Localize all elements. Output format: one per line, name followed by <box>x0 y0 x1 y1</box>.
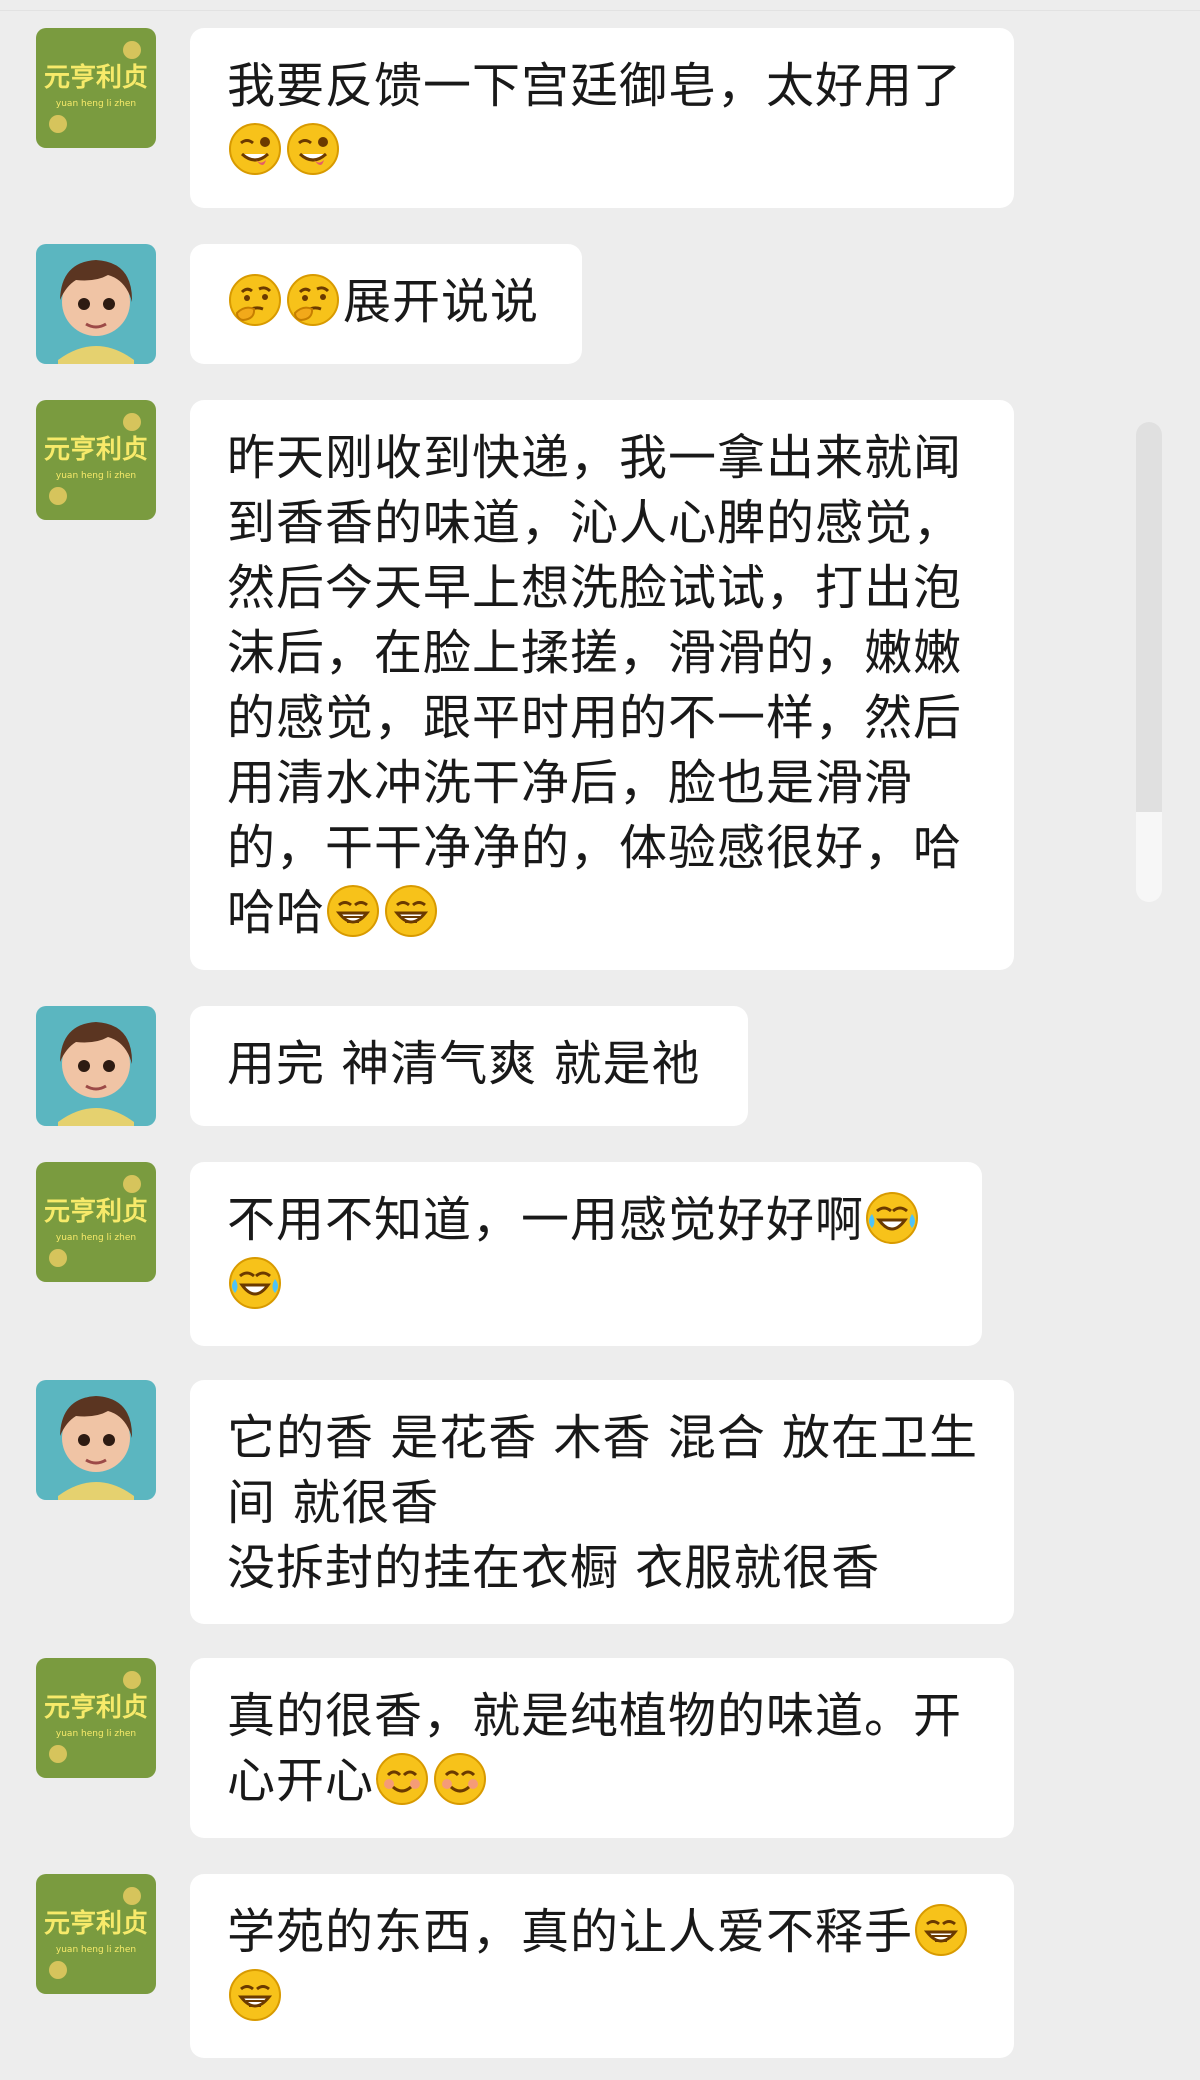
message-bubble[interactable]: 昨天刚收到快递，我一拿出来就闻 到香香的味道，沁人心脾的感觉， 然后今天早上想洗… <box>190 400 1014 970</box>
brand-logo-label: 元亨利贞 <box>44 62 148 93</box>
message-line: 学苑的东西，真的让人爱不释手 <box>227 1900 978 1965</box>
smiling-emoji-icon <box>432 1751 488 1807</box>
message-line: 展开说说 <box>227 270 546 335</box>
brand-logo-sublabel: yuan heng li zhen <box>56 99 136 109</box>
brand-logo-avatar-svg: 元亨利贞 yuan heng li zhen <box>36 1874 156 1994</box>
grinning-emoji-icon <box>913 1902 969 1958</box>
brand-logo-avatar-svg: 元亨利贞 yuan heng li zhen <box>36 28 156 148</box>
message-bubble[interactable]: 我要反馈一下宫廷御皂，太好用了 <box>190 28 1014 208</box>
brand-logo-avatar-svg: 元亨利贞 yuan heng li zhen <box>36 400 156 520</box>
cartoon-girl-avatar-icon[interactable] <box>36 1380 156 1500</box>
chat-message-list[interactable]: 元亨利贞 yuan heng li zhen 我要反馈一下宫廷御皂，太好用了 展… <box>0 0 1200 2080</box>
brand-logo-label: 元亨利贞 <box>44 1692 148 1723</box>
cartoon-girl-avatar-icon[interactable] <box>36 244 156 364</box>
message-line: 的感觉，跟平时用的不一样，然后 <box>227 690 963 746</box>
brand-logo-sublabel: yuan heng li zhen <box>56 471 136 481</box>
message-line: 哈哈 <box>227 881 978 946</box>
thinking-emoji-icon <box>227 272 283 328</box>
message-line: 不用不知道，一用感觉好好啊 <box>227 1188 946 1253</box>
cartoon-girl-avatar-icon[interactable] <box>36 1006 156 1126</box>
vertical-scrollbar[interactable] <box>1136 422 1162 902</box>
cartoon-girl-avatar-svg <box>36 1006 156 1126</box>
brand-logo-label: 元亨利贞 <box>44 1196 148 1227</box>
grinning-emoji-icon <box>325 883 381 939</box>
message-line: 然后今天早上想洗脸试试，打出泡 <box>227 560 963 616</box>
message-line: 没拆封的挂在衣橱 衣服就很香 <box>227 1540 881 1596</box>
message-line: 沫后，在脸上揉搓，滑滑的，嫩嫩 <box>227 625 963 681</box>
message-line: 昨天刚收到快递，我一拿出来就闻 <box>227 430 963 486</box>
brand-logo-sublabel: yuan heng li zhen <box>56 1233 136 1243</box>
brand-logo-avatar-icon[interactable]: 元亨利贞 yuan heng li zhen <box>36 1874 156 1994</box>
message-line: 到香香的味道，沁人心脾的感觉， <box>227 495 963 551</box>
winking-tongue-emoji-icon <box>285 121 341 177</box>
brand-logo-avatar-icon[interactable]: 元亨利贞 yuan heng li zhen <box>36 28 156 148</box>
brand-logo-sublabel: yuan heng li zhen <box>56 1945 136 1955</box>
grinning-emoji-icon <box>383 883 439 939</box>
message-line: 的，干干净净的，体验感很好，哈 <box>227 820 963 876</box>
tears-of-joy-emoji-icon <box>864 1190 920 1246</box>
thinking-emoji-icon <box>285 272 341 328</box>
brand-logo-label: 元亨利贞 <box>44 1908 148 1939</box>
message-line: 它的香 是花香 木香 混合 放在卫生 <box>227 1410 979 1466</box>
brand-logo-avatar-icon[interactable]: 元亨利贞 yuan heng li zhen <box>36 1162 156 1282</box>
message-line: 间 就很香 <box>227 1475 440 1531</box>
brand-logo-avatar-svg: 元亨利贞 yuan heng li zhen <box>36 1162 156 1282</box>
message-line: 心开心 <box>227 1749 978 1814</box>
smiling-emoji-icon <box>374 1751 430 1807</box>
message-line: 真的很香，就是纯植物的味道。开 <box>227 1688 963 1744</box>
brand-logo-avatar-icon[interactable]: 元亨利贞 yuan heng li zhen <box>36 1658 156 1778</box>
message-bubble[interactable]: 它的香 是花香 木香 混合 放在卫生 间 就很香 没拆封的挂在衣橱 衣服就很香 <box>190 1380 1014 1624</box>
cartoon-girl-avatar-svg <box>36 244 156 364</box>
brand-logo-avatar-svg: 元亨利贞 yuan heng li zhen <box>36 1658 156 1778</box>
message-bubble[interactable]: 真的很香，就是纯植物的味道。开 心开心 <box>190 1658 1014 1838</box>
scrollbar-thumb[interactable] <box>1136 422 1162 812</box>
message-line <box>227 119 978 184</box>
message-line: 用完 神清气爽 就是祂 <box>227 1036 701 1092</box>
grinning-emoji-icon <box>227 1967 283 2023</box>
message-line <box>227 1253 946 1318</box>
message-line <box>227 1965 978 2030</box>
brand-logo-avatar-icon[interactable]: 元亨利贞 yuan heng li zhen <box>36 400 156 520</box>
message-bubble[interactable]: 展开说说 <box>190 244 582 364</box>
message-bubble[interactable]: 用完 神清气爽 就是祂 <box>190 1006 748 1126</box>
winking-tongue-emoji-icon <box>227 121 283 177</box>
message-bubble[interactable]: 不用不知道，一用感觉好好啊 <box>190 1162 982 1346</box>
message-bubble[interactable]: 学苑的东西，真的让人爱不释手 <box>190 1874 1014 2058</box>
cartoon-girl-avatar-svg <box>36 1380 156 1500</box>
brand-logo-sublabel: yuan heng li zhen <box>56 1729 136 1739</box>
tears-of-joy-emoji-icon <box>227 1255 283 1311</box>
brand-logo-label: 元亨利贞 <box>44 434 148 465</box>
message-line: 我要反馈一下宫廷御皂，太好用了 <box>227 58 963 114</box>
message-line: 用清水冲洗干净后，脸也是滑滑 <box>227 755 914 811</box>
